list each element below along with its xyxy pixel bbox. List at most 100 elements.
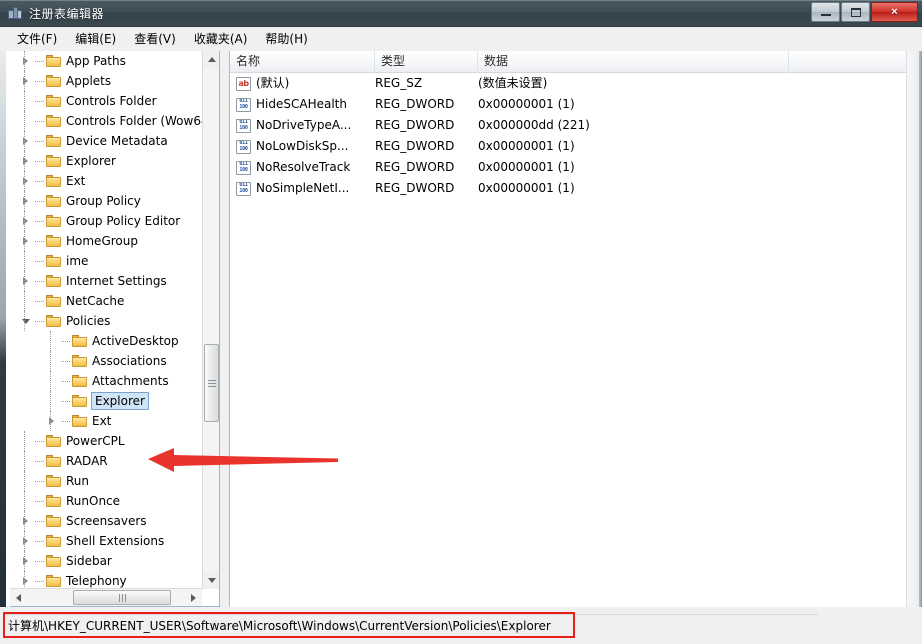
tree-node-label: App Paths [66,54,126,68]
expand-triangle-icon[interactable] [18,171,33,191]
folder-icon [46,194,62,208]
registry-values-pane[interactable]: 名称 类型 数据 ab (默认) REG_SZ (数值未设置) 011 100 HideSC… [229,51,922,607]
value-row[interactable]: 011 100 NoSimpleNetI... REG_DWORD 0x00000001… [230,178,922,199]
expand-triangle-icon[interactable] [18,531,33,551]
tree-node[interactable]: Associations [10,351,202,371]
tree-hscroll-track[interactable] [27,589,185,606]
tree-vertical-scrollbar[interactable] [202,51,219,589]
tree-node-label: Ext [92,414,112,428]
tree-node[interactable]: HomeGroup [10,231,202,251]
tree-connector [59,391,72,411]
tree-node[interactable]: Group Policy Editor [10,211,202,231]
tree-node-label: Shell Extensions [66,534,165,548]
value-row[interactable]: 011 100 HideSCAHealth REG_DWORD 0x00000001 (… [230,94,922,115]
maximize-button[interactable] [841,2,870,22]
tree-node[interactable]: Attachments [10,371,202,391]
tree-node[interactable]: Policies [10,311,202,331]
tree-node[interactable]: Explorer [10,391,202,411]
value-name-cell: 011 100 NoLowDiskSp... [236,136,375,157]
tree-guide-line [24,71,25,91]
value-type-cell: REG_SZ [375,76,423,90]
tree-scroll-right-button[interactable] [185,589,202,606]
tree-scroll-thumb[interactable] [204,344,219,422]
tree-connector [33,91,46,111]
tree-scroll-down-button[interactable] [203,572,219,589]
tree-node[interactable]: Device Metadata [10,131,202,151]
tree-node[interactable]: PowerCPL [10,431,202,451]
tree-node[interactable]: RunOnce [10,491,202,511]
expand-triangle-icon[interactable] [18,71,33,91]
tree-node[interactable]: Telephony [10,571,202,589]
tree-node[interactable]: Controls Folder (Wow64 [10,111,202,131]
tree-node[interactable]: Group Policy [10,191,202,211]
tree-connector [33,471,46,491]
minimize-button[interactable] [811,2,840,22]
column-header-type[interactable]: 类型 [375,51,478,73]
expand-triangle-icon[interactable] [18,551,33,571]
menu-favorites[interactable]: 收藏夹(A) [185,28,257,49]
expand-triangle-icon[interactable] [44,411,59,431]
tree-node[interactable]: Explorer [10,151,202,171]
folder-icon [46,494,62,508]
tree-node[interactable]: NetCache [10,291,202,311]
value-row[interactable]: 011 100 NoDriveTypeA... REG_DWORD 0x000000dd… [230,115,922,136]
value-name-cell: 011 100 HideSCAHealth [236,94,375,115]
tree-node[interactable]: Sidebar [10,551,202,571]
tree-node[interactable]: Run [10,471,202,491]
tree-scroll-left-button[interactable] [10,589,27,606]
tree-node-label: Explorer [91,392,149,410]
tree-node[interactable]: RADAR [10,451,202,471]
folder-icon [46,514,62,528]
string-value-icon: ab [236,76,251,91]
tree-node[interactable]: App Paths [10,51,202,71]
folder-icon [46,174,62,188]
expand-triangle-icon[interactable] [18,191,33,211]
expand-triangle-icon[interactable] [18,571,33,589]
tree-guide-line [24,211,25,231]
column-header-name[interactable]: 名称 [230,51,375,73]
tree-node[interactable]: ime [10,251,202,271]
folder-icon [72,394,88,408]
expand-triangle-icon[interactable] [18,51,33,71]
column-header-data[interactable]: 数据 [478,51,789,73]
expand-triangle-icon[interactable] [18,231,33,251]
value-name-text: (默认) [256,76,290,90]
tree-node[interactable]: Ext [10,171,202,191]
tree-guide-line [24,511,25,531]
close-button[interactable]: × [871,2,918,22]
tree-node[interactable]: Ext [10,411,202,431]
tree-node[interactable]: Controls Folder [10,91,202,111]
collapse-triangle-icon[interactable] [18,311,33,331]
tree-guide-line [24,51,25,71]
expand-triangle-icon[interactable] [18,511,33,531]
registry-tree-pane[interactable]: App Paths Applets Controls Folder Controls … [10,51,220,607]
expand-triangle-icon[interactable] [18,151,33,171]
menu-view[interactable]: 查看(V) [125,28,185,49]
tree-node[interactable]: Applets [10,71,202,91]
menu-file[interactable]: 文件(F) [8,28,66,49]
tree-node[interactable]: Screensavers [10,511,202,531]
tree-node[interactable]: ActiveDesktop [10,331,202,351]
folder-icon [46,574,62,588]
folder-icon [46,154,62,168]
value-data-cell: (数值未设置) [478,76,548,90]
value-row[interactable]: 011 100 NoLowDiskSp... REG_DWORD 0x00000001 … [230,136,922,157]
tree-guide-line [24,451,25,471]
expand-triangle-icon[interactable] [18,131,33,151]
tree-node-label: ActiveDesktop [92,334,179,348]
tree-node[interactable]: Shell Extensions [10,531,202,551]
tree-hscroll-thumb[interactable] [73,590,171,605]
menu-edit[interactable]: 编辑(E) [66,28,125,49]
title-bar[interactable]: 注册表编辑器 × [0,0,922,27]
expand-triangle-icon[interactable] [18,211,33,231]
value-name-text: NoDriveTypeA... [256,118,352,132]
folder-icon [46,254,62,268]
menu-help[interactable]: 帮助(H) [256,28,316,49]
tree-scroll-up-button[interactable] [203,51,219,68]
value-row[interactable]: 011 100 NoResolveTrack REG_DWORD 0x00000001 … [230,157,922,178]
tree-connector [33,431,46,451]
value-row[interactable]: ab (默认) REG_SZ (数值未设置) [230,73,922,94]
expand-triangle-icon[interactable] [18,271,33,291]
tree-node[interactable]: Internet Settings [10,271,202,291]
tree-horizontal-scrollbar[interactable] [10,588,202,606]
